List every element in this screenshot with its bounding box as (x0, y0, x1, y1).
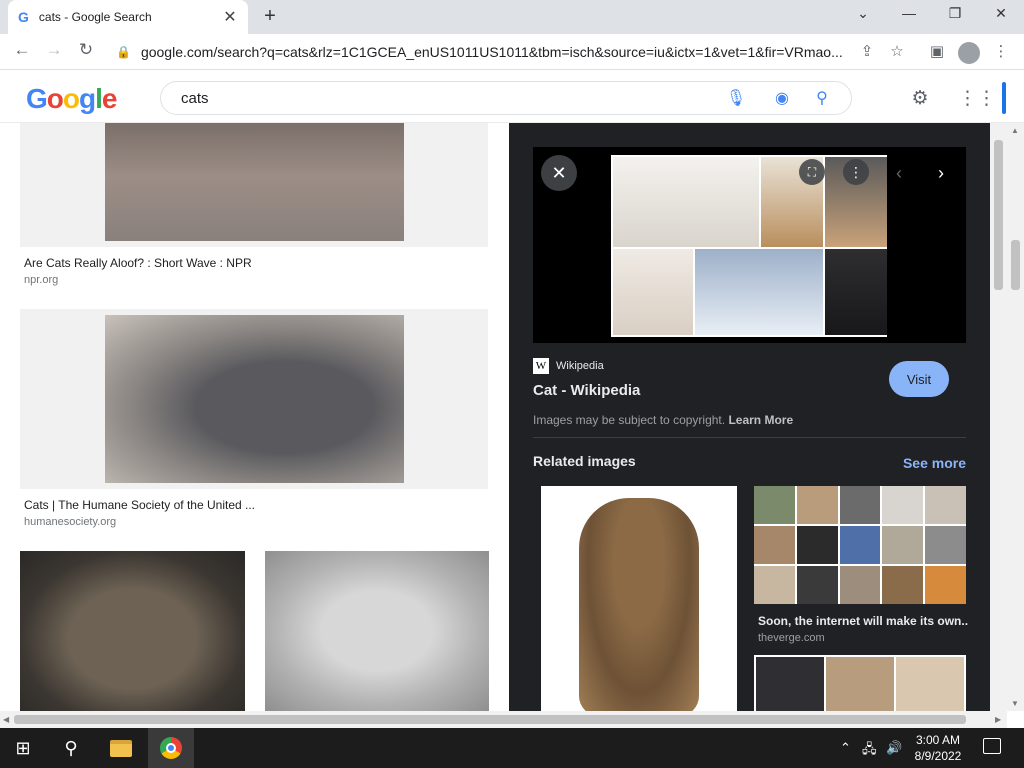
taskbar-search-icon[interactable]: ⚲ (48, 728, 94, 768)
image-results: Are Cats Really Aloof? : Short Wave : NP… (0, 123, 509, 711)
settings-gear-icon[interactable]: ⚙ (908, 87, 932, 110)
related-image-grid[interactable] (754, 486, 966, 604)
close-window-button[interactable]: ✕ (986, 5, 1016, 22)
result-card-2[interactable] (20, 309, 488, 489)
lock-icon: 🔒 (116, 45, 131, 59)
result-image-2 (105, 315, 404, 483)
restore-button[interactable]: ❐ (940, 5, 970, 22)
result-card-1[interactable] (20, 123, 488, 247)
result-title-2[interactable]: Cats | The Humane Society of the United … (24, 498, 255, 512)
result-source-1: npr.org (24, 274, 59, 286)
tab-search-chevron-icon[interactable]: ⌄ (848, 5, 878, 22)
logo-letter: l (95, 83, 103, 114)
copyright-notice: Images may be subject to copyright. Lear… (533, 413, 793, 427)
forward-button[interactable]: → (42, 40, 66, 60)
source-row[interactable]: W Wikipedia (533, 358, 604, 374)
related-caption[interactable]: Soon, the internet will make its own... (758, 614, 968, 628)
volume-icon[interactable]: 🔊 (886, 740, 902, 756)
start-windows-icon[interactable]: ⊞ (0, 728, 46, 768)
panel-scrollbar-thumb[interactable] (994, 140, 1003, 290)
more-options-icon[interactable]: ⋮ (843, 159, 869, 185)
google-favicon-icon: G (18, 9, 29, 25)
result-source-2: humanesociety.org (24, 516, 117, 528)
browser-tab[interactable]: G cats - Google Search ✕ (8, 0, 248, 34)
network-icon[interactable]: 🖧 (862, 740, 877, 762)
related-tabby-shape (579, 498, 699, 711)
address-bar[interactable]: 🔒 google.com/search?q=cats&rlz=1C1GCEA_e… (110, 38, 852, 66)
result-image-4[interactable] (265, 551, 489, 711)
browser-titlebar: G cats - Google Search ✕ + ⌄ — ❐ ✕ (0, 0, 1024, 34)
reload-button[interactable]: ↻ (74, 40, 98, 60)
collage-tile-snow-tabby (695, 249, 823, 335)
scroll-up-arrow-icon[interactable]: ▲ (1011, 126, 1019, 135)
related-images-heading: Related images (533, 453, 636, 469)
learn-more-link[interactable]: Learn More (728, 413, 793, 427)
new-tab-button[interactable]: + (258, 5, 282, 28)
collage-tile-siamese (613, 249, 693, 335)
close-preview-icon[interactable]: ✕ (541, 155, 577, 191)
chrome-taskbar-icon[interactable] (148, 728, 194, 768)
browser-toolbar: ← → ↻ 🔒 google.com/search?q=cats&rlz=1C1… (0, 34, 1024, 70)
clock-time: 3:00 AM (915, 733, 961, 747)
preview-image-collage[interactable] (611, 155, 887, 337)
result-title-1[interactable]: Are Cats Really Aloof? : Short Wave : NP… (24, 256, 252, 270)
clock-date: 8/9/2022 (914, 749, 962, 763)
google-logo[interactable]: Google (26, 83, 118, 115)
next-arrow-icon[interactable]: › (923, 155, 959, 191)
page-scrollbar-thumb[interactable] (1011, 240, 1020, 290)
search-icon[interactable]: ⚲ (811, 88, 833, 108)
scroll-right-arrow-icon[interactable]: ▶ (995, 715, 1001, 724)
profile-avatar[interactable] (958, 42, 980, 64)
apps-grid-icon[interactable]: ⋮⋮ (958, 87, 996, 110)
result-image-1 (105, 123, 404, 241)
side-panel-icon[interactable]: ▣ (926, 42, 948, 60)
google-header: Google 🎙 ◉ ⚲ ⚙ ⋮⋮ (0, 71, 1024, 123)
sign-in-button-edge[interactable] (1002, 82, 1006, 114)
minimize-button[interactable]: — (894, 5, 924, 21)
logo-letter: e (101, 83, 118, 114)
logo-letter: o (62, 83, 80, 114)
image-preview-panel: ✕ ‹ › ⛶ ⋮ W Wikipedia Cat - Wikipedia Vi… (509, 123, 990, 711)
taskbar-clock[interactable]: 3:00 AM 8/9/2022 (906, 732, 970, 764)
address-url: google.com/search?q=cats&rlz=1C1GCEA_enU… (140, 44, 843, 60)
search-input[interactable] (181, 89, 701, 107)
copyright-text: Images may be subject to copyright. (533, 413, 726, 427)
camera-lens-icon[interactable]: ◉ (771, 88, 793, 108)
related-image-row-2[interactable] (754, 655, 966, 711)
source-name: Wikipedia (556, 360, 604, 372)
wikipedia-icon: W (533, 358, 549, 374)
search-box: 🎙 ◉ ⚲ (160, 81, 852, 115)
scroll-left-arrow-icon[interactable]: ◀ (3, 715, 9, 724)
share-icon[interactable]: ⇪ (856, 42, 878, 60)
collage-tile-black-cat (825, 249, 887, 335)
microphone-icon[interactable]: 🎙 (725, 88, 747, 108)
related-image-tabby[interactable] (541, 486, 737, 711)
file-explorer-icon[interactable] (98, 728, 144, 768)
lens-search-icon[interactable]: ⛶ (799, 159, 825, 185)
logo-letter: o (46, 83, 64, 114)
back-button[interactable]: ← (10, 40, 34, 60)
logo-letter: g (79, 83, 96, 114)
related-source: theverge.com (758, 632, 825, 644)
see-more-link[interactable]: See more (903, 455, 966, 471)
page-scrollbar[interactable] (1007, 123, 1024, 711)
horizontal-scrollbar-thumb[interactable] (14, 715, 966, 724)
close-tab-icon[interactable]: ✕ (222, 7, 238, 27)
tray-chevron-up-icon[interactable]: ⌃ (840, 740, 851, 756)
preview-title[interactable]: Cat - Wikipedia (533, 382, 640, 399)
visit-button[interactable]: Visit (889, 361, 949, 397)
result-image-3[interactable] (20, 551, 245, 711)
panel-divider (533, 437, 966, 438)
notification-icon[interactable] (983, 738, 1001, 754)
logo-letter: G (26, 83, 48, 114)
bookmark-star-icon[interactable]: ☆ (886, 42, 908, 60)
tab-title: cats - Google Search (38, 10, 152, 24)
menu-kebab-icon[interactable]: ⋮ (990, 42, 1012, 60)
scroll-down-arrow-icon[interactable]: ▼ (1011, 699, 1019, 708)
collage-tile-lying-tabby (613, 157, 759, 247)
windows-taskbar: ⊞ ⚲ ⌃ 🖧 🔊 3:00 AM 8/9/2022 (0, 728, 1024, 768)
